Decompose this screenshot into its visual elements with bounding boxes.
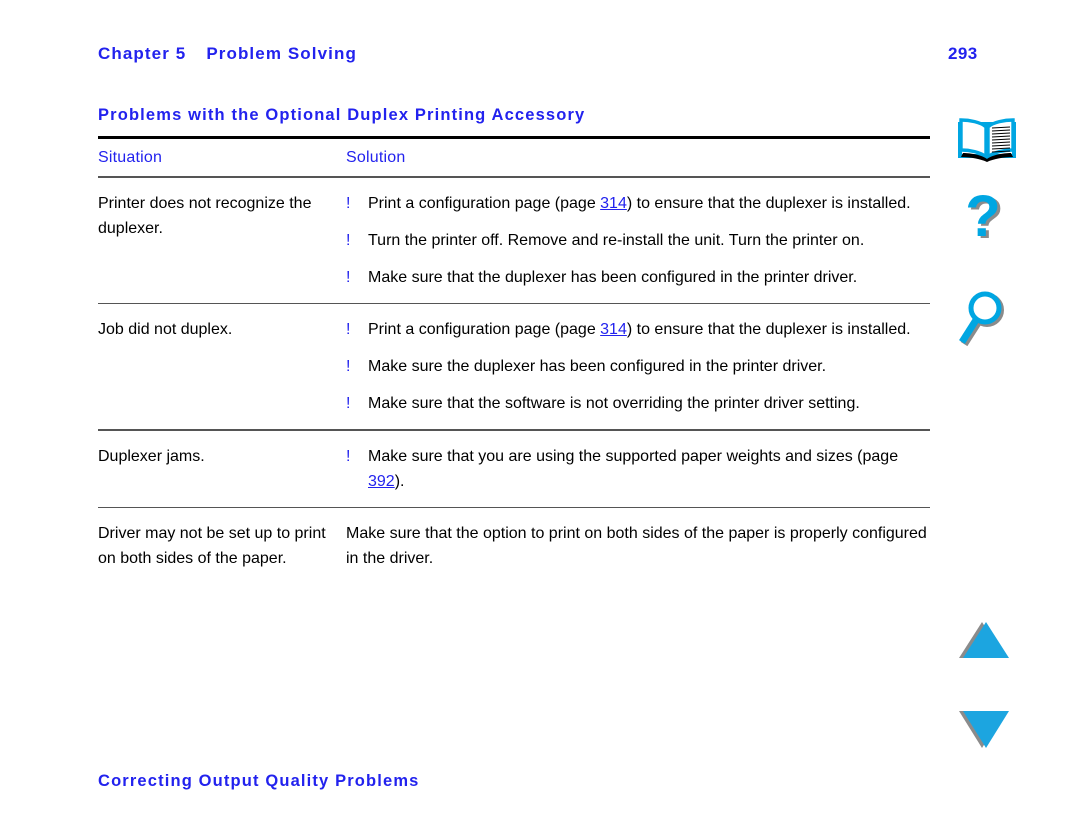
table-row: Job did not duplex.! Print a configuratio… [98,304,930,429]
column-header-situation: Situation [98,149,163,166]
solution-bullet: ! Make sure that the duplexer has been co… [346,265,930,290]
solution-text: Make sure the duplexer has been configur… [368,358,827,375]
bullet-marker-icon: ! [346,395,351,412]
running-header: Chapter 5 Problem Solving 293 [98,44,978,68]
bullet-marker-icon: ! [346,321,351,338]
chapter-title: Chapter 5 Problem Solving [98,44,357,64]
solution-bullet: ! Print a configuration page (page 314) t… [346,191,930,216]
solution-bullet: ! Make sure that the software is not over… [346,391,930,416]
solution-text: Make sure that you are using the support… [368,447,899,490]
table-row: Driver may not be set up to print on bot… [98,508,930,584]
magnifier-icon[interactable] [955,290,1017,357]
chapter-name: Problem Solving [206,44,357,63]
table-row: Duplexer jams.! Make sure that you are us… [98,431,930,507]
page-reference-link[interactable]: 392 [368,473,395,490]
bullet-marker-icon: ! [346,358,351,375]
chapter-label: Chapter 5 [98,44,187,63]
question-icon[interactable]: ? ? [955,184,1017,263]
bullet-marker-icon: ! [346,447,351,465]
page-reference-link[interactable]: 314 [600,321,627,338]
column-header-solution: Solution [346,149,406,166]
arrow-up-icon[interactable] [955,618,1017,669]
solution-text: Make sure that the software is not overr… [368,395,860,412]
solution-text: Print a configuration page (page 314) to… [368,194,911,212]
cell-situation: Printer does not recognize the duplexer. [98,194,312,237]
cell-solution: ! Print a configuration page (page 314) t… [346,317,930,416]
solution-bullet: ! Make sure that you are using the suppor… [346,444,930,494]
cell-solution: ! Print a configuration page (page 314) t… [346,191,930,290]
book-icon[interactable] [955,116,1019,167]
section-heading: Problems with the Optional Duplex Printi… [98,106,586,124]
cell-solution: ! Make sure that you are using the suppor… [346,444,930,494]
solution-text: Turn the printer off. Remove and re-inst… [368,231,865,249]
cell-solution: Make sure that the option to print on bo… [346,521,930,571]
solution-text: Make sure that the option to print on bo… [346,525,927,567]
table-header-row: Situation Solution [98,139,930,176]
cell-situation: Duplexer jams. [98,447,205,465]
problem-solution-table: Situation Solution Printer does not reco… [98,136,930,584]
navigation-rail: ? ? [955,0,1065,834]
solution-text: Make sure that the duplexer has been con… [368,268,858,286]
cell-situation: Driver may not be set up to print on bot… [98,525,326,567]
solution-bullet: ! Turn the printer off. Remove and re-ins… [346,228,930,253]
bullet-marker-icon: ! [346,268,351,286]
solution-bullet: ! Print a configuration page (page 314) t… [346,317,930,342]
arrow-down-icon[interactable] [955,706,1017,757]
page-reference-link[interactable]: 314 [600,195,627,212]
table-row: Printer does not recognize the duplexer.… [98,178,930,303]
solution-text: Print a configuration page (page 314) to… [368,321,911,338]
solution-bullet: ! Make sure the duplexer has been configu… [346,354,930,379]
bullet-marker-icon: ! [346,231,351,249]
svg-text:?: ? [965,190,1000,249]
cell-situation: Job did not duplex. [98,321,233,338]
bullet-marker-icon: ! [346,194,351,212]
footer-section-heading: Correcting Output Quality Problems [98,772,420,790]
document-page: Chapter 5 Problem Solving 293 Problems wi… [0,0,1080,834]
table-body: Printer does not recognize the duplexer.… [98,178,930,585]
